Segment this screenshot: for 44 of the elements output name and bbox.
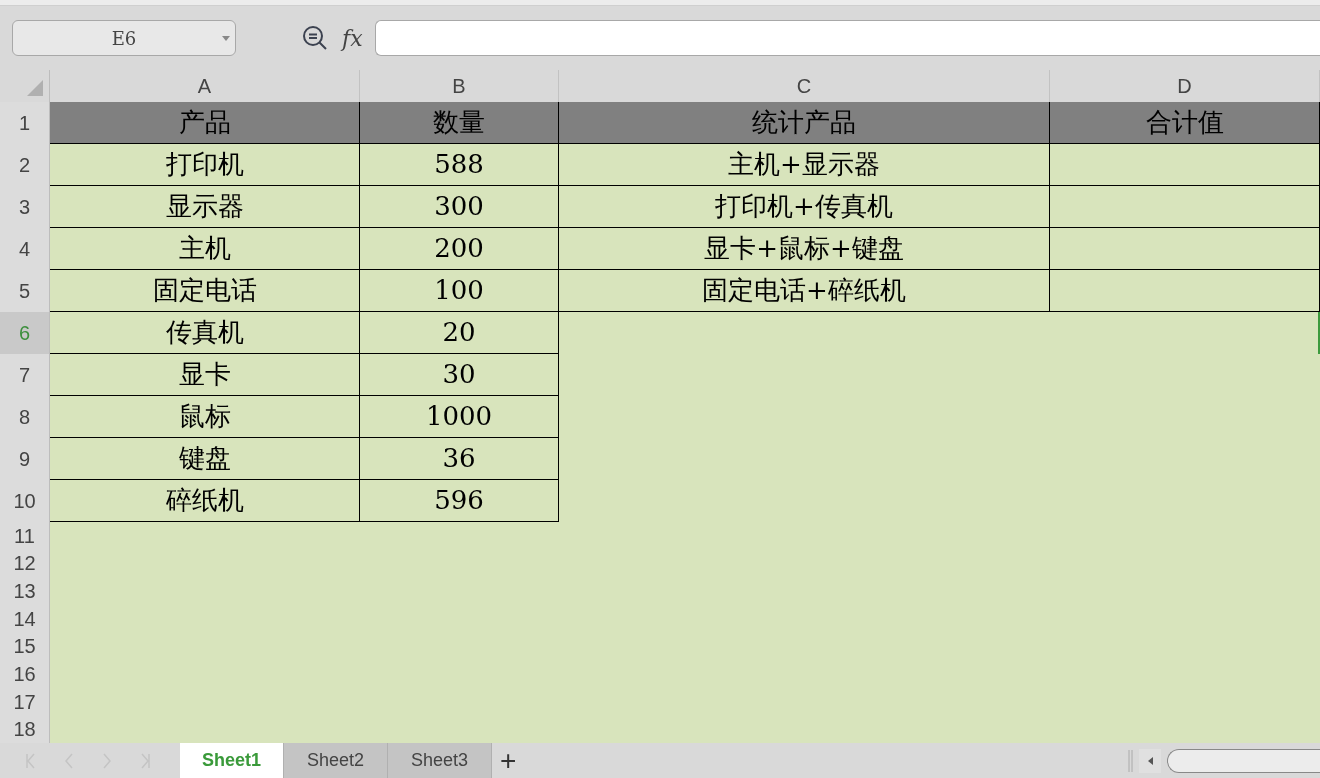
header-cell: 数量: [360, 102, 559, 144]
table-cell: 键盘: [50, 438, 360, 480]
table-cell: 30: [360, 354, 559, 396]
table-cell: 1000: [360, 396, 559, 438]
table-cell: 传真机: [50, 312, 360, 354]
sheet-tab[interactable]: Sheet2: [284, 743, 388, 778]
column-header[interactable]: B: [360, 70, 559, 102]
column-header[interactable]: C: [559, 70, 1050, 102]
column-header[interactable]: A: [50, 70, 360, 102]
table-cell: 主机: [50, 228, 360, 270]
scroll-left-button[interactable]: [1139, 748, 1161, 773]
sheet-tab[interactable]: Sheet1: [180, 743, 284, 778]
table-cell: 显卡+鼠标+键盘: [559, 228, 1050, 270]
column-header[interactable]: D: [1050, 70, 1320, 102]
left-arrow-icon: [1147, 756, 1153, 765]
name-box[interactable]: E6: [12, 20, 236, 56]
zoom-icon[interactable]: [302, 25, 328, 51]
table-cell: 打印机: [50, 144, 360, 186]
header-cell: 统计产品: [559, 102, 1050, 144]
table-cell: 300: [360, 186, 559, 228]
table-cell: 20: [360, 312, 559, 354]
grip-icon[interactable]: [1128, 749, 1133, 772]
table-cell: 鼠标: [50, 396, 360, 438]
scrollbar-thumb[interactable]: [1167, 748, 1320, 773]
add-sheet-button[interactable]: +: [492, 743, 525, 778]
table-cell: 200: [360, 228, 559, 270]
table-cell: 100: [360, 270, 559, 312]
table-cell: 596: [360, 480, 559, 522]
header-cell: 合计值: [1050, 102, 1320, 144]
dropdown-caret-icon[interactable]: [222, 36, 230, 41]
table-cell: 主机+显示器: [559, 144, 1050, 186]
table-cell: 固定电话: [50, 270, 360, 312]
table-cell: 碎纸机: [50, 480, 360, 522]
formula-label[interactable]: fx: [342, 21, 363, 55]
formula-field[interactable]: [374, 20, 1320, 56]
table-cell: 打印机+传真机: [559, 186, 1050, 228]
table-cell: 显示器: [50, 186, 360, 228]
table-cell: 固定电话+碎纸机: [559, 270, 1050, 312]
table-cell: 588: [360, 144, 559, 186]
table-cell: 显卡: [50, 354, 360, 396]
header-cell: 产品: [50, 102, 360, 144]
select-all-icon[interactable]: [27, 80, 43, 96]
sheet-tab[interactable]: Sheet3: [388, 743, 492, 778]
table-cell: 36: [360, 438, 559, 480]
